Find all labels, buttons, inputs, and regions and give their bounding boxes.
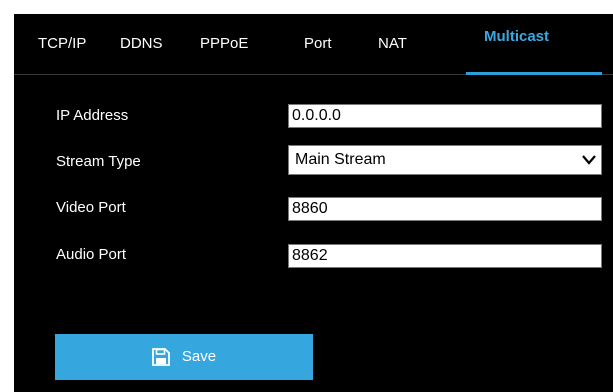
tab-bar: TCP/IP DDNS PPPoE Port NAT Multicast (14, 14, 613, 75)
chevron-down-icon (582, 155, 596, 165)
video-port-label: Video Port (56, 199, 126, 216)
tab-pppoe[interactable]: PPPoE (200, 14, 248, 74)
floppy-disk-icon (151, 348, 170, 366)
tab-tcpip[interactable]: TCP/IP (38, 14, 86, 74)
save-button[interactable]: Save (55, 334, 313, 380)
tab-multicast[interactable]: Multicast (484, 8, 549, 68)
save-button-label: Save (181, 348, 217, 365)
ip-address-field[interactable]: 0.0.0.0 (288, 104, 602, 128)
tab-port[interactable]: Port (304, 14, 332, 74)
window: TCP/IP DDNS PPPoE Port NAT Multicast IP … (0, 0, 613, 392)
audio-port-field[interactable]: 8862 (288, 244, 602, 268)
active-tab-indicator (466, 72, 602, 75)
ip-address-label: IP Address (56, 107, 129, 124)
tab-ddns[interactable]: DDNS (120, 14, 163, 74)
save-button-content: Save (151, 334, 217, 380)
tab-nat[interactable]: NAT (378, 14, 407, 74)
stream-type-value: Main Stream (295, 151, 386, 168)
stream-type-select[interactable]: Main Stream (288, 145, 602, 175)
audio-port-label: Audio Port (56, 246, 127, 263)
video-port-field[interactable]: 8860 (288, 197, 602, 221)
stream-type-label: Stream Type (56, 153, 141, 170)
multicast-settings-panel: TCP/IP DDNS PPPoE Port NAT Multicast IP … (14, 14, 613, 392)
